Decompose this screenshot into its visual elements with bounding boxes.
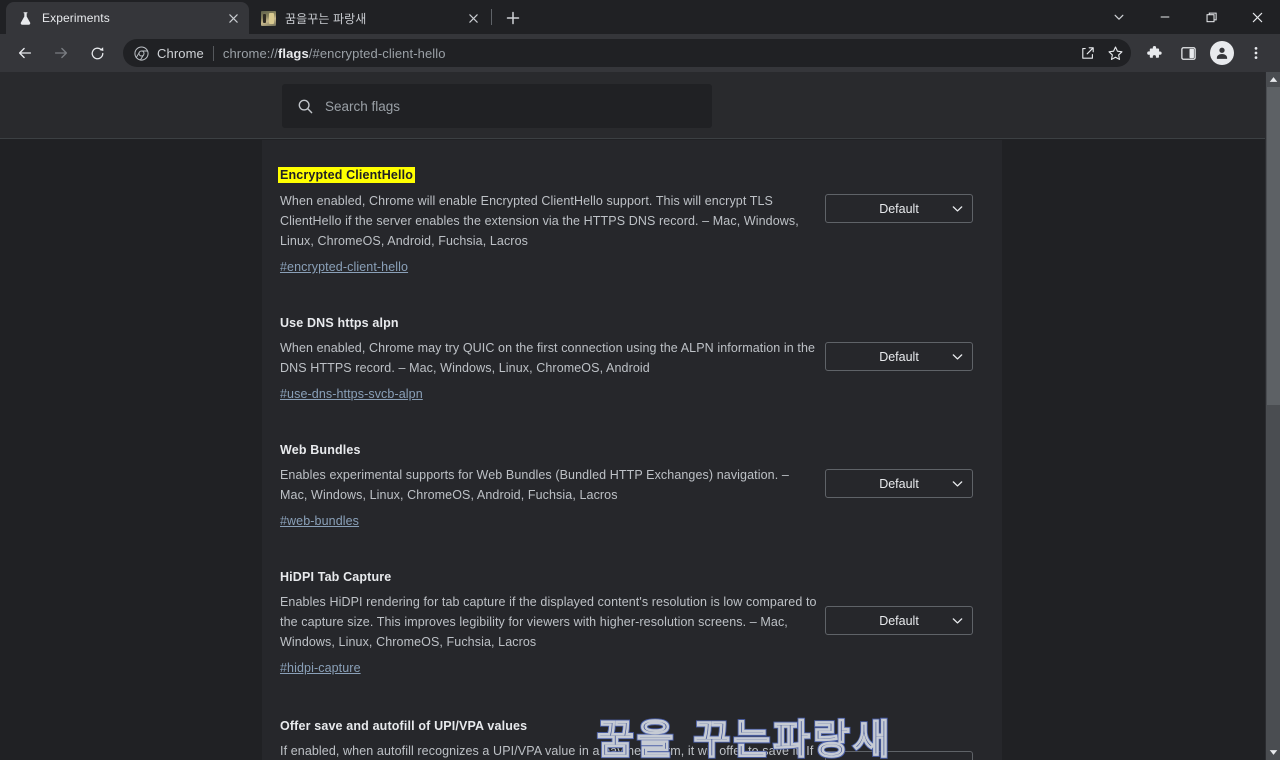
flag-permalink[interactable]: #use-dns-https-svcb-alpn (280, 387, 423, 401)
flag-permalink[interactable]: #encrypted-client-hello (280, 260, 408, 274)
flag-select-container: Default (825, 717, 973, 760)
flag-state-select[interactable]: Default (825, 342, 973, 371)
forward-button[interactable] (47, 39, 75, 67)
omnibox-actions (1075, 40, 1129, 66)
chrome-icon (133, 45, 149, 61)
flag-description: When enabled, Chrome may try QUIC on the… (280, 341, 816, 375)
site-favicon (260, 10, 276, 26)
new-tab-button[interactable] (499, 4, 527, 32)
flag-title: Web Bundles (280, 443, 361, 457)
tab-strip: Experiments 꿈을꾸는 파랑새 (0, 0, 1280, 34)
tab-title: Experiments (42, 11, 110, 25)
page-scrollbar[interactable] (1265, 72, 1280, 760)
omnibox-divider (212, 45, 214, 61)
flag-select-container: Default (825, 314, 973, 371)
tab-title: 꿈을꾸는 파랑새 (285, 11, 367, 26)
chevron-down-icon (952, 480, 963, 487)
side-panel-icon[interactable] (1174, 39, 1202, 67)
flag-info: Use DNS https alpn When enabled, Chrome m… (280, 314, 825, 403)
flags-list: Encrypted ClientHello When enabled, Chrom… (262, 140, 1002, 760)
scrollbar-thumb[interactable] (1267, 87, 1280, 405)
url-host-bold: flags (277, 45, 309, 61)
flag-title: HiDPI Tab Capture (280, 570, 392, 584)
flag-info: Web Bundles Enables experimental supports… (280, 441, 825, 530)
close-button[interactable] (1234, 0, 1280, 34)
flag-description: When enabled, Chrome will enable Encrypt… (280, 194, 799, 248)
scroll-down-arrow-icon[interactable] (1266, 745, 1280, 760)
tab-separator (491, 9, 492, 25)
chevron-down-icon (952, 353, 963, 360)
chevron-down-icon (952, 617, 963, 624)
url-prefix: chrome:// (222, 45, 278, 61)
window-controls (1096, 0, 1280, 34)
flags-content-area: Encrypted ClientHello When enabled, Chrom… (0, 140, 1265, 760)
flag-title: Offer save and autofill of UPI/VPA value… (280, 719, 528, 733)
bookmark-star-icon[interactable] (1102, 40, 1128, 66)
page-viewport: Reset all Encrypted ClientHelloWhen enab… (0, 72, 1280, 760)
back-button[interactable] (11, 39, 39, 67)
flag-row: Web Bundles Enables experimental supports… (262, 441, 1002, 530)
flag-description: If enabled, when autofill recognizes a U… (280, 744, 814, 758)
tab-experiments[interactable]: Experiments (6, 2, 249, 34)
flag-row: HiDPI Tab Capture Enables HiDPI rendering… (262, 568, 1002, 677)
flag-state-select[interactable]: Default (825, 751, 973, 760)
search-icon (296, 97, 314, 115)
browser-window: Experiments 꿈을꾸는 파랑새 Chrome chrome://fla… (0, 0, 1280, 760)
flag-select-container: Default (825, 166, 973, 223)
tab-close-button[interactable] (465, 10, 481, 26)
tab-blog[interactable]: 꿈을꾸는 파랑새 (249, 2, 489, 34)
flag-permalink[interactable]: #web-bundles (280, 514, 359, 528)
flag-row: Encrypted ClientHello When enabled, Chrom… (262, 166, 1002, 276)
search-flags-container[interactable] (282, 84, 712, 128)
browser-toolbar: Chrome chrome://flags/#encrypted-client-… (0, 34, 1280, 72)
extensions-icon[interactable] (1140, 39, 1168, 67)
flag-info: HiDPI Tab Capture Enables HiDPI rendering… (280, 568, 825, 677)
url-suffix: /#encrypted-client-hello (308, 45, 446, 61)
flags-header (0, 72, 1265, 139)
flag-select-container: Default (825, 441, 973, 498)
flag-row: Use DNS https alpn When enabled, Chrome m… (262, 314, 1002, 403)
flag-state-value: Default (879, 476, 919, 491)
flag-title: Encrypted ClientHello (278, 167, 416, 183)
flag-state-select[interactable]: Default (825, 606, 973, 635)
share-icon[interactable] (1075, 40, 1101, 66)
address-bar[interactable]: Chrome chrome://flags/#encrypted-client-… (123, 39, 1131, 67)
flag-select-container: Default (825, 568, 973, 635)
flag-description: Enables HiDPI rendering for tab capture … (280, 595, 817, 649)
flag-permalink[interactable]: #hidpi-capture (280, 661, 361, 675)
flag-state-value: Default (879, 349, 919, 364)
flag-description: Enables experimental supports for Web Bu… (280, 468, 789, 502)
scrollbar-track[interactable] (1266, 87, 1280, 745)
scroll-up-arrow-icon[interactable] (1266, 72, 1280, 87)
flask-icon (17, 10, 33, 26)
profile-avatar[interactable] (1210, 41, 1234, 65)
reload-button[interactable] (83, 39, 111, 67)
flag-info: Offer save and autofill of UPI/VPA value… (280, 717, 825, 760)
chrome-flags-page: Reset all Encrypted ClientHelloWhen enab… (0, 72, 1265, 760)
omnibox-chip-label: Chrome (157, 45, 204, 61)
flag-info: Encrypted ClientHello When enabled, Chrom… (278, 166, 825, 276)
minimize-button[interactable] (1142, 0, 1188, 34)
maximize-button[interactable] (1188, 0, 1234, 34)
tab-search-button[interactable] (1096, 0, 1142, 34)
chevron-down-icon (952, 205, 963, 212)
flag-title: Use DNS https alpn (280, 316, 399, 330)
omnibox-url: chrome://flags/#encrypted-client-hello (223, 46, 1075, 61)
flags-card: Encrypted ClientHello When enabled, Chrom… (262, 140, 1002, 760)
tab-close-button[interactable] (225, 10, 241, 26)
search-input[interactable] (325, 98, 698, 114)
flag-row: Offer save and autofill of UPI/VPA value… (262, 717, 1002, 760)
flag-state-value: Default (879, 201, 919, 216)
flag-state-select[interactable]: Default (825, 194, 973, 223)
menu-icon[interactable] (1242, 39, 1270, 67)
flag-state-value: Default (879, 613, 919, 628)
flag-state-select[interactable]: Default (825, 469, 973, 498)
